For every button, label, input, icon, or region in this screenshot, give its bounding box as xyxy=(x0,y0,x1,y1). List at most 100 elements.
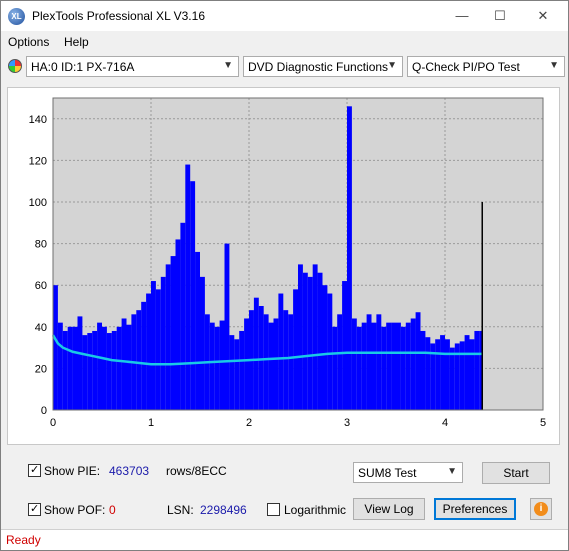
y-tick-label: 140 xyxy=(29,114,47,126)
pie-bar xyxy=(371,322,377,410)
pie-bar xyxy=(347,106,352,410)
pie-bar xyxy=(175,239,181,410)
function-select-value: DVD Diagnostic Functions xyxy=(248,60,389,74)
pie-bar xyxy=(214,326,220,410)
show-pie-checkbox[interactable]: ✓ xyxy=(28,464,41,477)
pie-bar xyxy=(332,326,338,410)
pie-bar xyxy=(396,322,401,410)
menu-options[interactable]: Options xyxy=(8,35,49,49)
title-bar: XL PlexTools Professional XL V3.16 — ☐ ✕ xyxy=(1,1,568,31)
pie-bar xyxy=(151,281,156,410)
pie-bar xyxy=(253,297,259,410)
pie-bar xyxy=(391,322,396,410)
plextools-logo-icon: XL xyxy=(8,8,25,25)
pie-bar xyxy=(239,330,245,410)
pie-bar xyxy=(165,264,171,410)
pie-bar xyxy=(234,339,240,410)
lsn-label: LSN: xyxy=(167,503,194,517)
pie-bar xyxy=(195,251,200,410)
show-pof-checkbox[interactable]: ✓ xyxy=(28,503,41,516)
pie-bar xyxy=(459,341,465,410)
pie-bar xyxy=(106,333,112,410)
pie-bar xyxy=(469,339,475,410)
pie-bar xyxy=(72,326,78,410)
pie-bar xyxy=(435,339,441,410)
sum8-test-select[interactable]: SUM8 Test ▼ xyxy=(353,462,463,483)
pie-bar xyxy=(312,264,318,410)
disc-drive-icon xyxy=(8,59,22,73)
pie-bar xyxy=(356,326,362,410)
pie-bar xyxy=(342,281,347,410)
pie-bar xyxy=(229,335,235,410)
pie-bar xyxy=(449,347,455,410)
x-tick-label: 2 xyxy=(246,417,252,429)
test-type-select-value: Q-Check PI/PO Test xyxy=(412,60,520,74)
info-icon: i xyxy=(534,502,548,516)
pie-bar xyxy=(317,272,323,410)
menu-help[interactable]: Help xyxy=(64,35,89,49)
pie-bar xyxy=(307,276,313,410)
pie-bar xyxy=(141,301,147,410)
pi-po-chart: 0 20 40 60 80 100 120 140 0 1 2 3 4 5 xyxy=(29,97,546,429)
pie-bar xyxy=(111,330,117,410)
pie-bar xyxy=(425,337,431,410)
pie-bar xyxy=(82,335,88,410)
x-tick-label: 0 xyxy=(50,417,56,429)
pie-bar xyxy=(351,318,357,410)
pie-unit-label: rows/8ECC xyxy=(166,464,227,478)
chevron-down-icon: ▼ xyxy=(223,60,233,71)
pie-bar xyxy=(219,320,225,410)
pie-bar xyxy=(405,322,411,410)
pie-bar xyxy=(327,293,333,410)
pie-bar xyxy=(200,276,205,410)
chevron-down-icon: ▼ xyxy=(387,60,397,71)
maximize-button[interactable]: ☐ xyxy=(486,5,514,27)
function-select[interactable]: DVD Diagnostic Functions ▼ xyxy=(243,56,403,77)
y-tick-label: 120 xyxy=(29,155,47,167)
drive-select[interactable]: HA:0 ID:1 PX-716A ▼ xyxy=(26,56,239,77)
y-tick-label: 80 xyxy=(35,239,47,251)
view-log-button[interactable]: View Log xyxy=(353,498,425,520)
test-type-select[interactable]: Q-Check PI/PO Test ▼ xyxy=(407,56,565,77)
pie-bar xyxy=(302,272,308,410)
pie-bar xyxy=(102,326,107,410)
chevron-down-icon: ▼ xyxy=(447,466,457,477)
pie-bar xyxy=(92,330,98,410)
pie-bar xyxy=(62,330,68,410)
pie-bar xyxy=(180,222,186,410)
lsn-value: 2298496 xyxy=(200,503,247,517)
pie-bar xyxy=(263,314,269,410)
info-button[interactable]: i xyxy=(530,498,552,520)
close-button[interactable]: ✕ xyxy=(529,5,557,27)
pie-bar xyxy=(126,324,132,410)
minimize-button[interactable]: — xyxy=(448,5,476,27)
pie-bar xyxy=(160,276,166,410)
pie-bar xyxy=(209,322,215,410)
y-tick-label: 0 xyxy=(41,405,47,417)
pie-bar xyxy=(155,289,161,410)
start-button[interactable]: Start xyxy=(482,462,550,484)
pie-bar xyxy=(415,312,421,410)
pie-bar xyxy=(474,330,480,410)
pie-bar xyxy=(121,318,127,410)
window-title: PlexTools Professional XL V3.16 xyxy=(32,9,205,23)
preferences-button[interactable]: Preferences xyxy=(434,498,516,520)
pie-bar xyxy=(440,335,445,410)
pie-bar xyxy=(190,181,196,410)
pie-bar xyxy=(278,293,284,410)
pie-bar xyxy=(146,293,151,410)
chevron-down-icon: ▼ xyxy=(549,60,559,71)
pie-bar xyxy=(322,285,328,410)
pie-bar xyxy=(57,322,63,410)
pie-bar xyxy=(283,310,289,410)
logarithmic-checkbox[interactable] xyxy=(267,503,280,516)
pie-bar xyxy=(136,310,142,410)
pie-bar xyxy=(67,326,73,410)
pie-bar xyxy=(366,314,372,410)
app-window: XL PlexTools Professional XL V3.16 — ☐ ✕… xyxy=(0,0,569,551)
pie-bar xyxy=(400,326,406,410)
status-text: Ready xyxy=(6,533,41,547)
sum8-test-select-value: SUM8 Test xyxy=(358,466,417,480)
pie-bar xyxy=(386,322,392,410)
pie-bar xyxy=(244,318,249,410)
